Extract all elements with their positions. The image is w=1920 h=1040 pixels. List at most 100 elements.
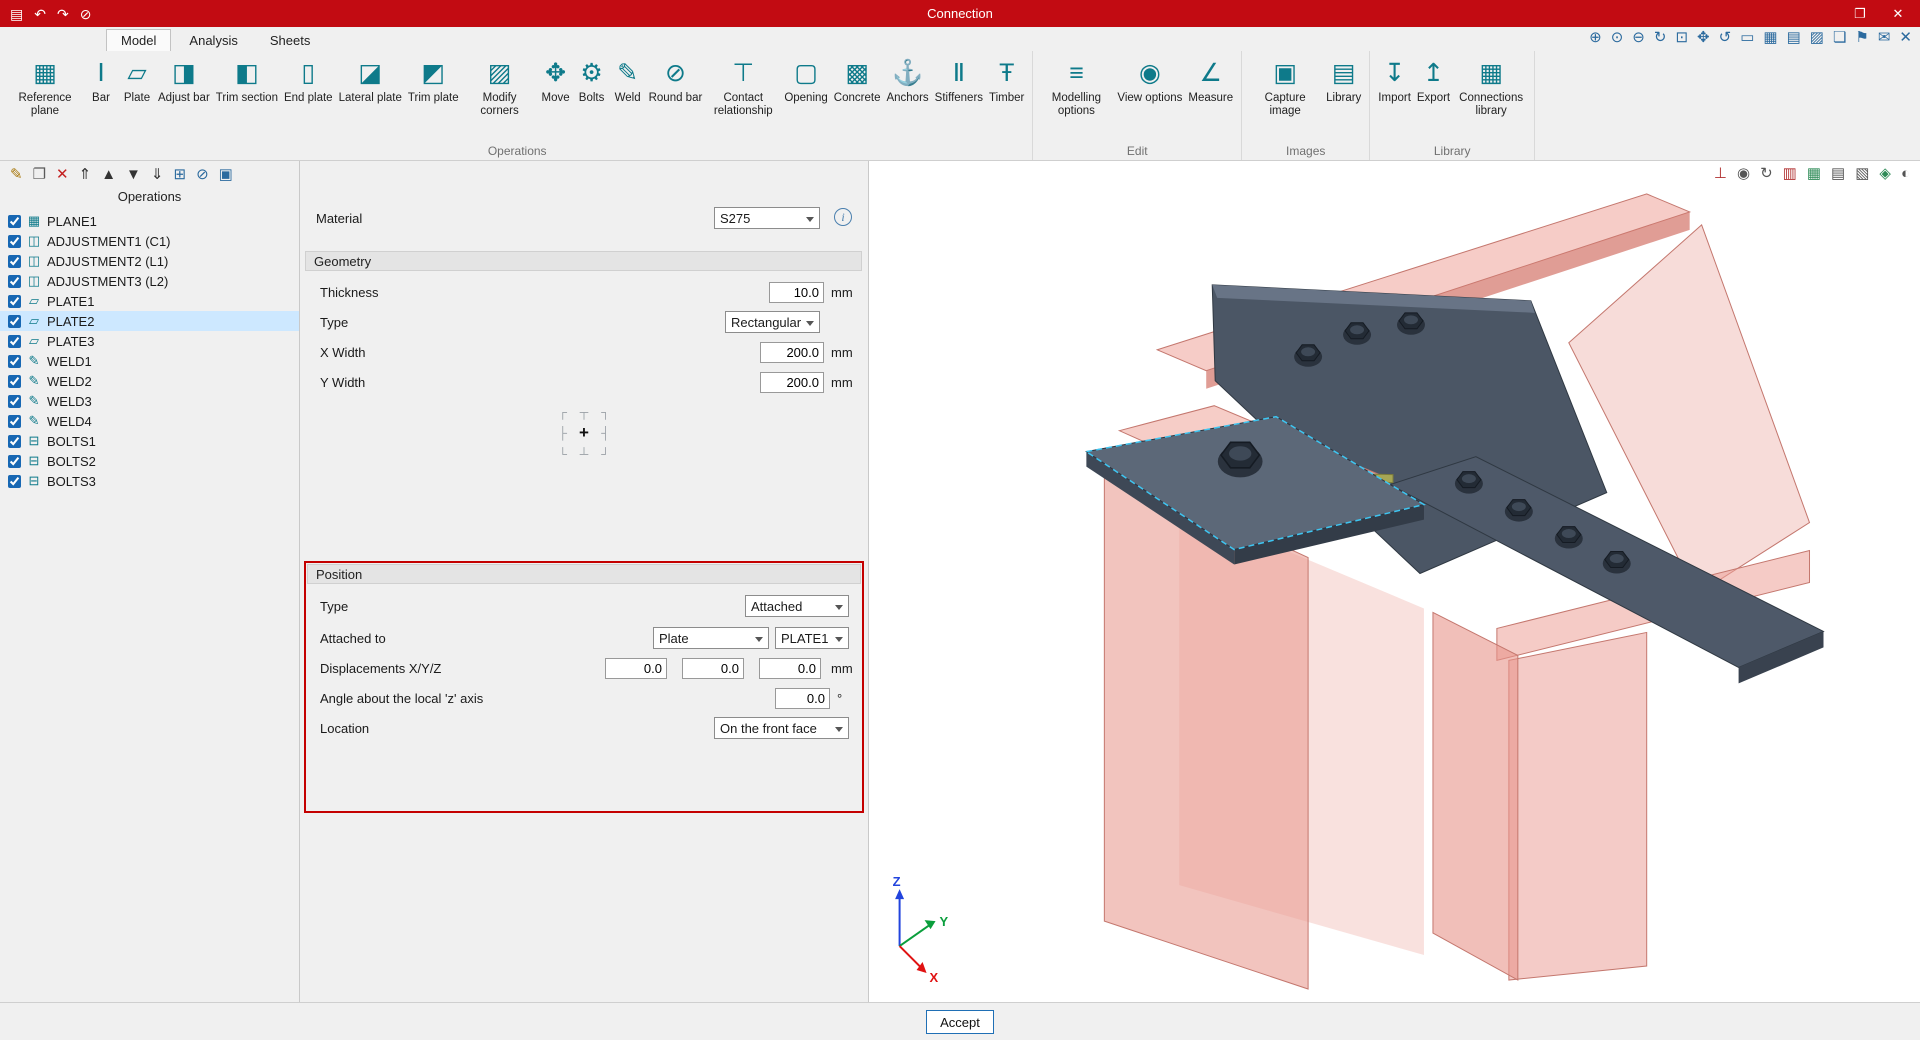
y-width-input[interactable] [760, 372, 824, 393]
accept-button[interactable]: Accept [926, 1010, 994, 1034]
anchors-button[interactable]: ⚓Anchors [883, 55, 931, 106]
modify-corners-button[interactable]: ▨Modify corners [462, 55, 538, 118]
displacement-x-input[interactable] [605, 658, 667, 679]
zoom-extents-icon[interactable]: ⊙ [1611, 30, 1624, 45]
comment-icon[interactable]: ✉ [1878, 30, 1891, 45]
full-screen-icon[interactable]: ▭ [1740, 30, 1754, 45]
report-icon[interactable]: ▤ [1787, 30, 1801, 45]
zoom-window-icon[interactable]: ⊡ [1675, 30, 1688, 45]
export-button[interactable]: ↥Export [1414, 55, 1453, 106]
reference-plane-button[interactable]: ▦Reference plane [7, 55, 83, 118]
tree-item-weld1[interactable]: ✎WELD1 [0, 351, 299, 371]
capture-image-button[interactable]: ▣Capture image [1247, 55, 1323, 118]
tree-item-plate2[interactable]: ▱PLATE2 [0, 311, 299, 331]
tree-item-bolts3[interactable]: ⊟BOLTS3 [0, 471, 299, 491]
plate-type-select[interactable]: Rectangular [725, 311, 820, 333]
edit-icon[interactable]: ✎ [10, 167, 23, 182]
save-icon[interactable]: ▤ [10, 7, 23, 21]
solid-toggle-icon[interactable]: ◈ [1879, 166, 1891, 181]
mesh-toggle-icon[interactable]: ▦ [1807, 166, 1821, 181]
zoom-out-icon[interactable]: ⊖ [1632, 30, 1645, 45]
search-icon[interactable]: ⊘ [196, 167, 209, 182]
connections-library-button[interactable]: ▦Connections library [1453, 55, 1529, 118]
round-bar-button[interactable]: ⊘Round bar [646, 55, 706, 106]
layers-icon[interactable]: ▧ [1855, 166, 1869, 181]
angle-input[interactable] [775, 688, 830, 709]
info-icon[interactable]: i [834, 208, 852, 226]
tree-item-adjustment2-l1[interactable]: ◫ADJUSTMENT2 (L1) [0, 251, 299, 271]
displacement-z-input[interactable] [759, 658, 821, 679]
undo-icon[interactable]: ↶ [34, 7, 46, 21]
attached-to-plate-select[interactable]: PLATE1 [775, 627, 849, 649]
move-down-icon[interactable]: ▼ [126, 167, 141, 182]
checkbox-adjustment1-c1[interactable] [8, 235, 21, 248]
checkbox-plate1[interactable] [8, 295, 21, 308]
close-button[interactable]: ✕ [1880, 2, 1916, 26]
contact-relationship-button[interactable]: ⊤Contact relationship [705, 55, 781, 118]
target-icon[interactable]: ▣ [219, 167, 233, 182]
3d-scene[interactable]: Z Y X [869, 161, 1920, 1002]
adjust-bar-button[interactable]: ◨Adjust bar [155, 55, 213, 106]
checkbox-weld2[interactable] [8, 375, 21, 388]
stiffeners-button[interactable]: ⅡStiffeners [932, 55, 986, 106]
tab-sheets[interactable]: Sheets [256, 30, 324, 51]
anchor-position-picker[interactable]: ┌┬┐├+┤└┴┘ [552, 401, 616, 465]
orbit-view-icon[interactable]: ◉ [1737, 166, 1750, 181]
checkbox-bolts3[interactable] [8, 475, 21, 488]
tree-item-weld2[interactable]: ✎WELD2 [0, 371, 299, 391]
displacement-y-input[interactable] [682, 658, 744, 679]
move-bottom-icon[interactable]: ⇓ [151, 167, 164, 182]
trim-section-button[interactable]: ◧Trim section [213, 55, 281, 106]
wireframe-icon[interactable]: ▦ [1763, 30, 1777, 45]
tree-item-plane1[interactable]: ▦PLANE1 [0, 211, 299, 231]
checkbox-plate3[interactable] [8, 335, 21, 348]
tree-item-bolts2[interactable]: ⊟BOLTS2 [0, 451, 299, 471]
chart-icon[interactable]: ▨ [1810, 30, 1824, 45]
bolts-button[interactable]: ⚙Bolts [574, 55, 610, 106]
copy-icon[interactable]: ❐ [33, 167, 46, 182]
move-button[interactable]: ✥Move [538, 55, 574, 106]
checkbox-weld1[interactable] [8, 355, 21, 368]
tree-item-weld3[interactable]: ✎WELD3 [0, 391, 299, 411]
checkbox-weld3[interactable] [8, 395, 21, 408]
viewport[interactable]: Z Y X ⊥◉↻▥▦▤▧◈◐ [869, 161, 1920, 1002]
modelling-options-button[interactable]: ≡Modelling options [1038, 55, 1114, 118]
trim-plate-button[interactable]: ◩Trim plate [405, 55, 462, 106]
plate-button[interactable]: ▱Plate [119, 55, 155, 106]
weld-button[interactable]: ✎Weld [610, 55, 646, 106]
shading-icon[interactable]: ◐ [1901, 166, 1910, 181]
bar-button[interactable]: ⅠBar [83, 55, 119, 106]
move-top-icon[interactable]: ⇑ [79, 167, 92, 182]
results-table-icon[interactable]: ▤ [1831, 166, 1845, 181]
close-view-icon[interactable]: ✕ [1899, 30, 1912, 45]
local-axes-icon[interactable]: ⊥ [1714, 166, 1727, 181]
group-tree-icon[interactable]: ⊞ [173, 167, 186, 182]
tree-item-weld4[interactable]: ✎WELD4 [0, 411, 299, 431]
tree-item-adjustment1-c1[interactable]: ◫ADJUSTMENT1 (C1) [0, 231, 299, 251]
tree-item-adjustment3-l2[interactable]: ◫ADJUSTMENT3 (L2) [0, 271, 299, 291]
material-select[interactable]: S275 [714, 207, 820, 229]
checkbox-plane1[interactable] [8, 215, 21, 228]
checkbox-bolts1[interactable] [8, 435, 21, 448]
view-options-button[interactable]: ◉View options [1114, 55, 1185, 106]
orbit-icon[interactable]: ↺ [1719, 30, 1732, 45]
library-button[interactable]: ▤Library [1323, 55, 1364, 106]
tab-model[interactable]: Model [106, 29, 171, 51]
tree-item-bolts1[interactable]: ⊟BOLTS1 [0, 431, 299, 451]
redo-icon[interactable]: ↷ [57, 7, 69, 21]
pan-icon[interactable]: ✥ [1697, 30, 1710, 45]
position-type-select[interactable]: Attached [745, 595, 849, 617]
concrete-button[interactable]: ▩Concrete [831, 55, 884, 106]
attached-to-type-select[interactable]: Plate [653, 627, 769, 649]
checkbox-adjustment3-l2[interactable] [8, 275, 21, 288]
search-icon[interactable]: ⊘ [80, 7, 92, 21]
tree-item-plate3[interactable]: ▱PLATE3 [0, 331, 299, 351]
location-select[interactable]: On the front face [714, 717, 849, 739]
zoom-selection-icon[interactable]: ⊕ [1589, 30, 1602, 45]
move-up-icon[interactable]: ▲ [101, 167, 116, 182]
tree-item-plate1[interactable]: ▱PLATE1 [0, 291, 299, 311]
restore-button[interactable]: ❐ [1842, 2, 1878, 26]
checkbox-adjustment2-l1[interactable] [8, 255, 21, 268]
checkbox-plate2[interactable] [8, 315, 21, 328]
redraw-icon[interactable]: ↻ [1654, 30, 1667, 45]
